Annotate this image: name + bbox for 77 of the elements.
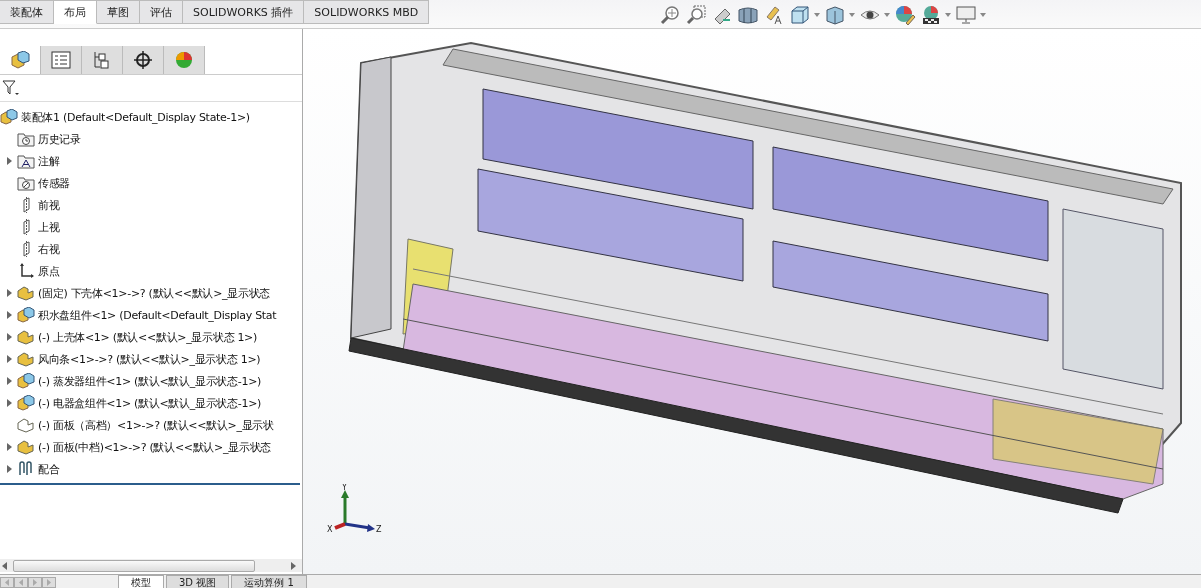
axis-triad-drawing: Y X Z: [325, 484, 385, 534]
tree-item[interactable]: 注解: [38, 153, 60, 169]
assembly-icon: [17, 395, 35, 411]
assembly-icon: [10, 51, 30, 69]
caret-icon[interactable]: [849, 13, 855, 17]
expand-arrow-icon[interactable]: [6, 443, 12, 451]
tree-item[interactable]: (-) 蒸发器组件<1> (默认<默认_显示状态-1>): [38, 373, 262, 389]
tree-item[interactable]: (-) 上壳体<1> (默认<<默认>_显示状态 1>): [38, 329, 258, 345]
expand-arrow-icon[interactable]: [6, 311, 12, 319]
crosshair-icon: [133, 51, 153, 69]
sensor-folder-icon: [17, 175, 35, 191]
part-icon: [17, 351, 35, 367]
expand-arrow-icon[interactable]: [6, 399, 12, 407]
tree-item[interactable]: 原点: [38, 263, 60, 279]
caret-icon[interactable]: [945, 13, 951, 17]
tree-item[interactable]: 积水盘组件<1> (Default<Default_Display Stat: [38, 307, 277, 323]
dimxpert-tab[interactable]: [123, 46, 164, 74]
expand-arrow-icon[interactable]: [6, 465, 12, 473]
tree-item[interactable]: 历史记录: [38, 131, 81, 147]
zoom-area-icon[interactable]: [685, 5, 707, 25]
tree-item[interactable]: (-) 电器盒组件<1> (默认<默认_显示状态-1>): [38, 395, 262, 411]
tree-item[interactable]: 装配体1 (Default<Default_Display State-1>): [21, 109, 250, 125]
command-tab[interactable]: SOLIDWORKS 插件: [183, 0, 305, 24]
filter-icon[interactable]: [2, 79, 20, 97]
tree-item[interactable]: (-) 面板（高档）<1>->? (默认<<默认>_显示状: [38, 417, 274, 433]
expand-arrow-icon[interactable]: [6, 157, 12, 165]
part-icon: [17, 439, 35, 455]
scroll-right-icon[interactable]: [291, 561, 296, 570]
part-icon: [17, 417, 35, 433]
horizontal-scrollbar[interactable]: [0, 559, 302, 572]
expand-arrow-icon[interactable]: [6, 289, 12, 297]
section-view-icon[interactable]: [737, 5, 759, 25]
assembly-icon: [17, 373, 35, 389]
shaded-cube-icon[interactable]: [824, 5, 846, 25]
property-tab[interactable]: [41, 46, 82, 74]
expand-arrow-icon[interactable]: [6, 333, 12, 341]
plane-icon: [23, 197, 30, 213]
command-tab[interactable]: SOLIDWORKS MBD: [304, 0, 430, 24]
plane-icon: [23, 219, 30, 235]
plane-icon: [23, 241, 30, 257]
tree-item[interactable]: 风向条<1>->? (默认<<默认>_显示状态 1>): [38, 351, 261, 367]
expand-arrow-icon[interactable]: [6, 377, 12, 385]
configuration-icon: [92, 51, 112, 69]
history-folder-icon: [17, 131, 35, 147]
zoom-to-fit-icon[interactable]: [659, 5, 681, 25]
scrollbar-thumb[interactable]: [13, 559, 255, 572]
paperclip-icon: [17, 461, 35, 477]
annotation-folder-icon: [17, 153, 35, 169]
model-tab[interactable]: 运动算例 1: [231, 575, 307, 588]
command-tab[interactable]: 草图: [97, 0, 140, 24]
appearance-ball-icon[interactable]: [894, 5, 916, 25]
caret-icon[interactable]: [814, 13, 820, 17]
caret-icon[interactable]: [980, 13, 986, 17]
command-tab[interactable]: 评估: [140, 0, 183, 24]
command-tab[interactable]: 装配体: [0, 0, 54, 24]
tree-item[interactable]: 传感器: [38, 175, 71, 191]
scene-icon[interactable]: [920, 5, 942, 25]
caret-icon[interactable]: [884, 13, 890, 17]
tree-item[interactable]: (固定) 下壳体<1>->? (默认<<默认>_显示状态: [38, 285, 271, 301]
color-ball-icon: [174, 51, 194, 69]
part-icon: [17, 285, 35, 301]
tree-item[interactable]: 上视: [38, 219, 60, 235]
tree-item[interactable]: 配合: [38, 461, 60, 477]
origin-icon: [17, 263, 35, 279]
tree-item[interactable]: 右视: [38, 241, 60, 257]
expand-arrow-icon[interactable]: [6, 355, 12, 363]
scroll-left-icon[interactable]: [2, 561, 7, 570]
list-icon: [51, 51, 71, 69]
tree-item[interactable]: (-) 面板(中档)<1>->? (默认<<默认>_显示状态: [38, 439, 272, 455]
part-icon: [17, 329, 35, 345]
tree-item[interactable]: 前视: [38, 197, 60, 213]
assembly-icon: [17, 307, 35, 323]
command-tab[interactable]: 布局: [54, 0, 97, 24]
assembly-icon: [0, 109, 18, 125]
cube-view-icon[interactable]: [789, 5, 811, 25]
model-tab[interactable]: 3D 视图: [166, 575, 230, 588]
model-tab[interactable]: 模型: [118, 575, 164, 588]
